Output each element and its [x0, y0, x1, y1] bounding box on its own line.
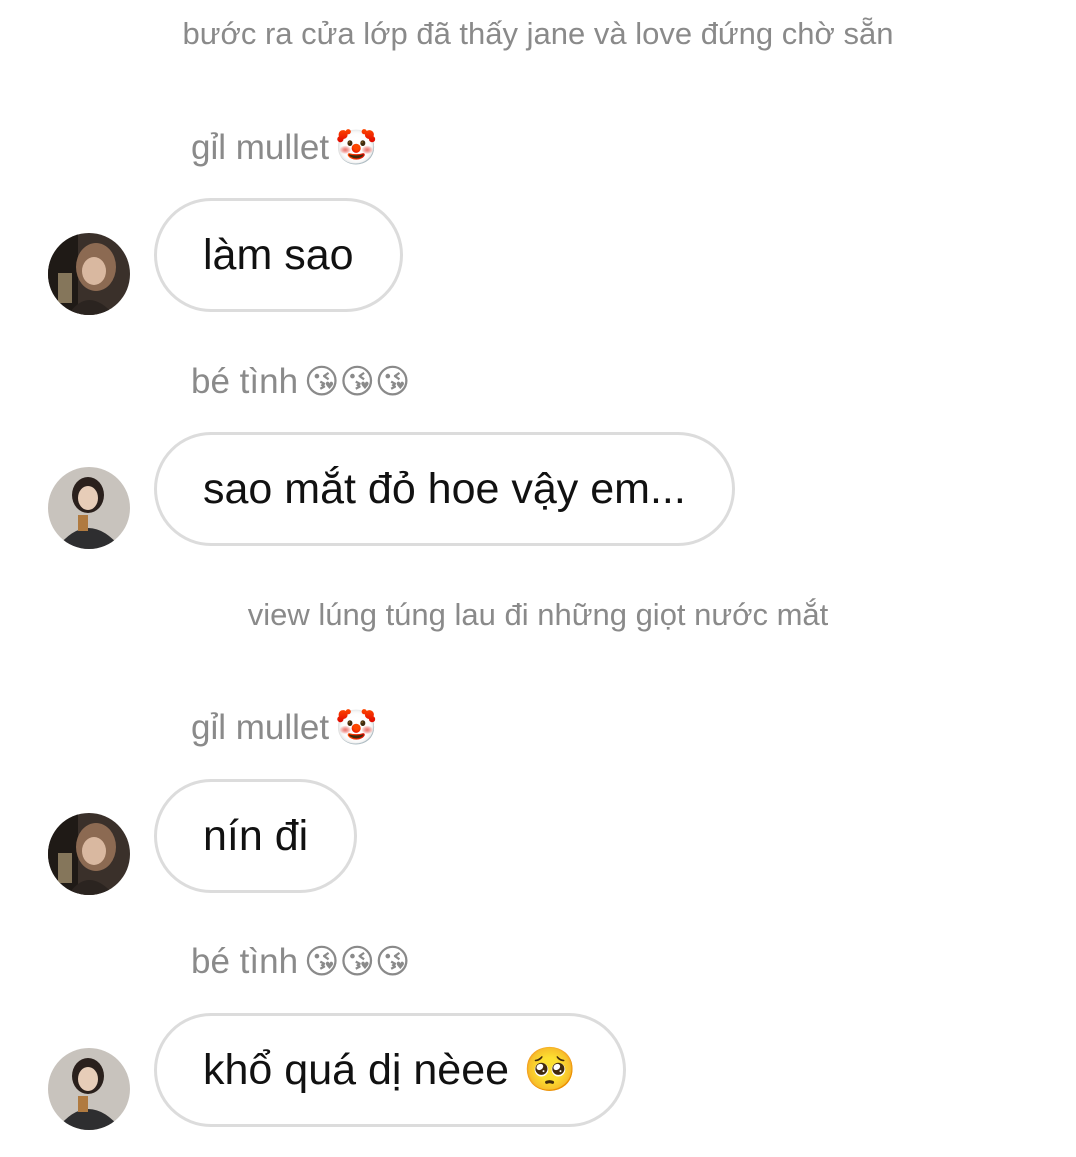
- sender-name: bé tình: [191, 362, 299, 401]
- sender-label: gỉl mullet 🤡: [191, 128, 377, 168]
- clown-emoji-icon: 🤡: [335, 709, 378, 747]
- sender-label: bé tình 😘😘😘: [191, 942, 410, 982]
- avatar-betinh-image: [48, 467, 130, 549]
- avatar[interactable]: [48, 233, 130, 315]
- narration-text: bước ra cửa lớp đã thấy jane và love đứn…: [182, 16, 894, 51]
- avatar[interactable]: [48, 467, 130, 549]
- pleading-face-emoji-icon: 🥺: [523, 1046, 577, 1094]
- avatar[interactable]: [48, 1048, 130, 1130]
- message-bubble[interactable]: nín đi: [154, 779, 358, 893]
- avatar-mullet-image: [48, 233, 130, 315]
- message-bubble[interactable]: khổ quá dị nèee 🥺: [154, 1013, 626, 1127]
- sender-name: bé tình: [191, 942, 299, 981]
- sender-name: gỉl mullet: [191, 708, 330, 747]
- message-bubble[interactable]: làm sao: [154, 198, 403, 312]
- avatar[interactable]: [48, 813, 130, 895]
- avatar-mullet-image: [48, 813, 130, 895]
- sender-label: gỉl mullet 🤡: [191, 708, 377, 748]
- message-text: khổ quá dị nèee: [203, 1045, 510, 1094]
- message-text: sao mắt đỏ hoe vậy em...: [203, 464, 686, 513]
- sender-label: bé tình 😘😘😘: [191, 362, 410, 402]
- kissing-face-emoji-icon: 😘😘😘: [304, 363, 411, 401]
- narration-text: view lúng túng lau đi những giọt nước mắ…: [247, 597, 829, 632]
- avatar-betinh-image: [48, 1048, 130, 1130]
- message-bubble[interactable]: sao mắt đỏ hoe vậy em...: [154, 432, 735, 546]
- kissing-face-emoji-icon: 😘😘😘: [304, 943, 411, 981]
- sender-name: gỉl mullet: [191, 128, 330, 167]
- clown-emoji-icon: 🤡: [335, 129, 378, 167]
- message-text: nín đi: [203, 811, 309, 860]
- message-text: làm sao: [203, 230, 354, 279]
